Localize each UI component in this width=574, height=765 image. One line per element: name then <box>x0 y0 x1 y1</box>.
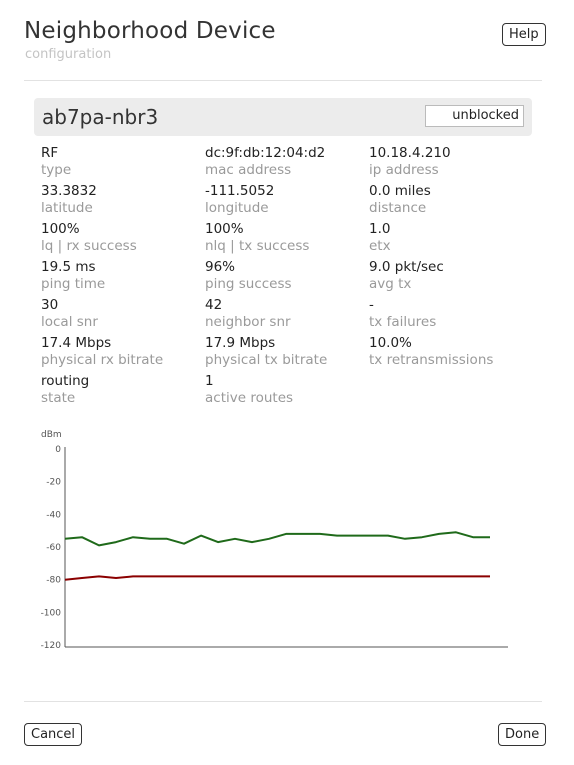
y-tick-label: -20 <box>46 478 61 488</box>
stat-ip-address: 10.18.4.210 ip address <box>369 145 539 183</box>
stat-value: 96% <box>205 259 236 275</box>
stats-grid: RF type dc:9f:db:12:04:d2 mac address 10.1… <box>41 145 539 411</box>
y-tick-label: -60 <box>46 543 61 553</box>
stat-lq-rx-success: 100% lq | rx success <box>41 221 205 259</box>
stat-label: ip address <box>369 162 439 178</box>
stat-label: latitude <box>41 200 93 216</box>
footer-divider <box>24 701 542 702</box>
stat-mac-address: dc:9f:db:12:04:d2 mac address <box>205 145 369 183</box>
signal-chart: dBm 0 -20 -40 -60 -80 -100 -120 <box>41 430 508 651</box>
stat-label: ping success <box>205 276 292 292</box>
stat-neighbor-snr: 42 neighbor snr <box>205 297 369 335</box>
stat-label: physical tx bitrate <box>205 352 328 368</box>
noise-series-line <box>64 575 490 581</box>
help-button[interactable]: Help <box>502 23 546 46</box>
stat-label: longitude <box>205 200 269 216</box>
stat-value: 17.9 Mbps <box>205 335 276 351</box>
stat-value: 1 <box>205 373 214 389</box>
page-subtitle: configuration <box>25 47 112 62</box>
stat-value: RF <box>41 145 59 161</box>
stat-value: 1.0 <box>369 221 391 237</box>
y-tick-label: 0 <box>55 445 61 455</box>
header-divider <box>24 80 542 81</box>
stat-latitude: 33.3832 latitude <box>41 183 205 221</box>
stat-tx-failures: - tx failures <box>369 297 539 335</box>
stat-label: nlq | tx success <box>205 238 310 254</box>
done-button[interactable]: Done <box>498 723 547 746</box>
stat-type: RF type <box>41 145 205 183</box>
stat-value: - <box>369 297 374 313</box>
stat-label: distance <box>369 200 427 216</box>
stat-label: physical rx bitrate <box>41 352 164 368</box>
stat-physical-tx-bitrate: 17.9 Mbps physical tx bitrate <box>205 335 369 373</box>
stat-label: active routes <box>205 390 294 406</box>
device-header: ab7pa-nbr3 unblocked <box>34 98 532 136</box>
stat-value: -111.5052 <box>205 183 275 199</box>
stat-avg-tx: 9.0 pkt/sec avg tx <box>369 259 539 297</box>
device-name: ab7pa-nbr3 <box>42 105 159 129</box>
stat-value: 0.0 miles <box>369 183 431 199</box>
stat-value: 17.4 Mbps <box>41 335 112 351</box>
y-tick-label: -80 <box>46 576 61 586</box>
signal-series-line <box>64 531 490 547</box>
stat-value: routing <box>41 373 90 389</box>
stat-label: type <box>41 162 72 178</box>
stat-distance: 0.0 miles distance <box>369 183 539 221</box>
stat-value: 30 <box>41 297 59 313</box>
stat-nlq-tx-success: 100% nlq | tx success <box>205 221 369 259</box>
stat-physical-rx-bitrate: 17.4 Mbps physical rx bitrate <box>41 335 205 373</box>
stat-label: state <box>41 390 76 406</box>
stat-local-snr: 30 local snr <box>41 297 205 335</box>
stat-tx-retransmissions: 10.0% tx retransmissions <box>369 335 539 373</box>
stat-value: 10.0% <box>369 335 412 351</box>
stat-label: etx <box>369 238 391 254</box>
stat-label: tx failures <box>369 314 437 330</box>
stat-value: dc:9f:db:12:04:d2 <box>205 145 326 161</box>
y-tick-label: -40 <box>46 510 61 520</box>
stat-label: avg tx <box>369 276 412 292</box>
stat-longitude: -111.5052 longitude <box>205 183 369 221</box>
stat-label: lq | rx success <box>41 238 137 254</box>
y-tick-label: -100 <box>41 608 62 618</box>
stat-value: 42 <box>205 297 223 313</box>
stat-label: local snr <box>41 314 98 330</box>
stat-value: 9.0 pkt/sec <box>369 259 444 275</box>
stat-value: 100% <box>205 221 244 237</box>
stat-ping-time: 19.5 ms ping time <box>41 259 205 297</box>
page-title: Neighborhood Device <box>24 18 276 44</box>
stat-label: ping time <box>41 276 106 292</box>
stat-label: mac address <box>205 162 292 178</box>
stat-label: neighbor snr <box>205 314 291 330</box>
y-tick-label: -120 <box>41 641 62 651</box>
stat-state: routing state <box>41 373 205 411</box>
y-axis-label: dBm <box>41 430 62 440</box>
cancel-button[interactable]: Cancel <box>24 723 83 746</box>
stat-value: 33.3832 <box>41 183 97 199</box>
stat-label: tx retransmissions <box>369 352 494 368</box>
stat-value: 19.5 ms <box>41 259 96 275</box>
stat-ping-success: 96% ping success <box>205 259 369 297</box>
stat-value: 100% <box>41 221 80 237</box>
stat-active-routes: 1 active routes <box>205 373 369 411</box>
stat-etx: 1.0 etx <box>369 221 539 259</box>
stat-value: 10.18.4.210 <box>369 145 451 161</box>
block-status-toggle[interactable]: unblocked <box>425 105 524 127</box>
